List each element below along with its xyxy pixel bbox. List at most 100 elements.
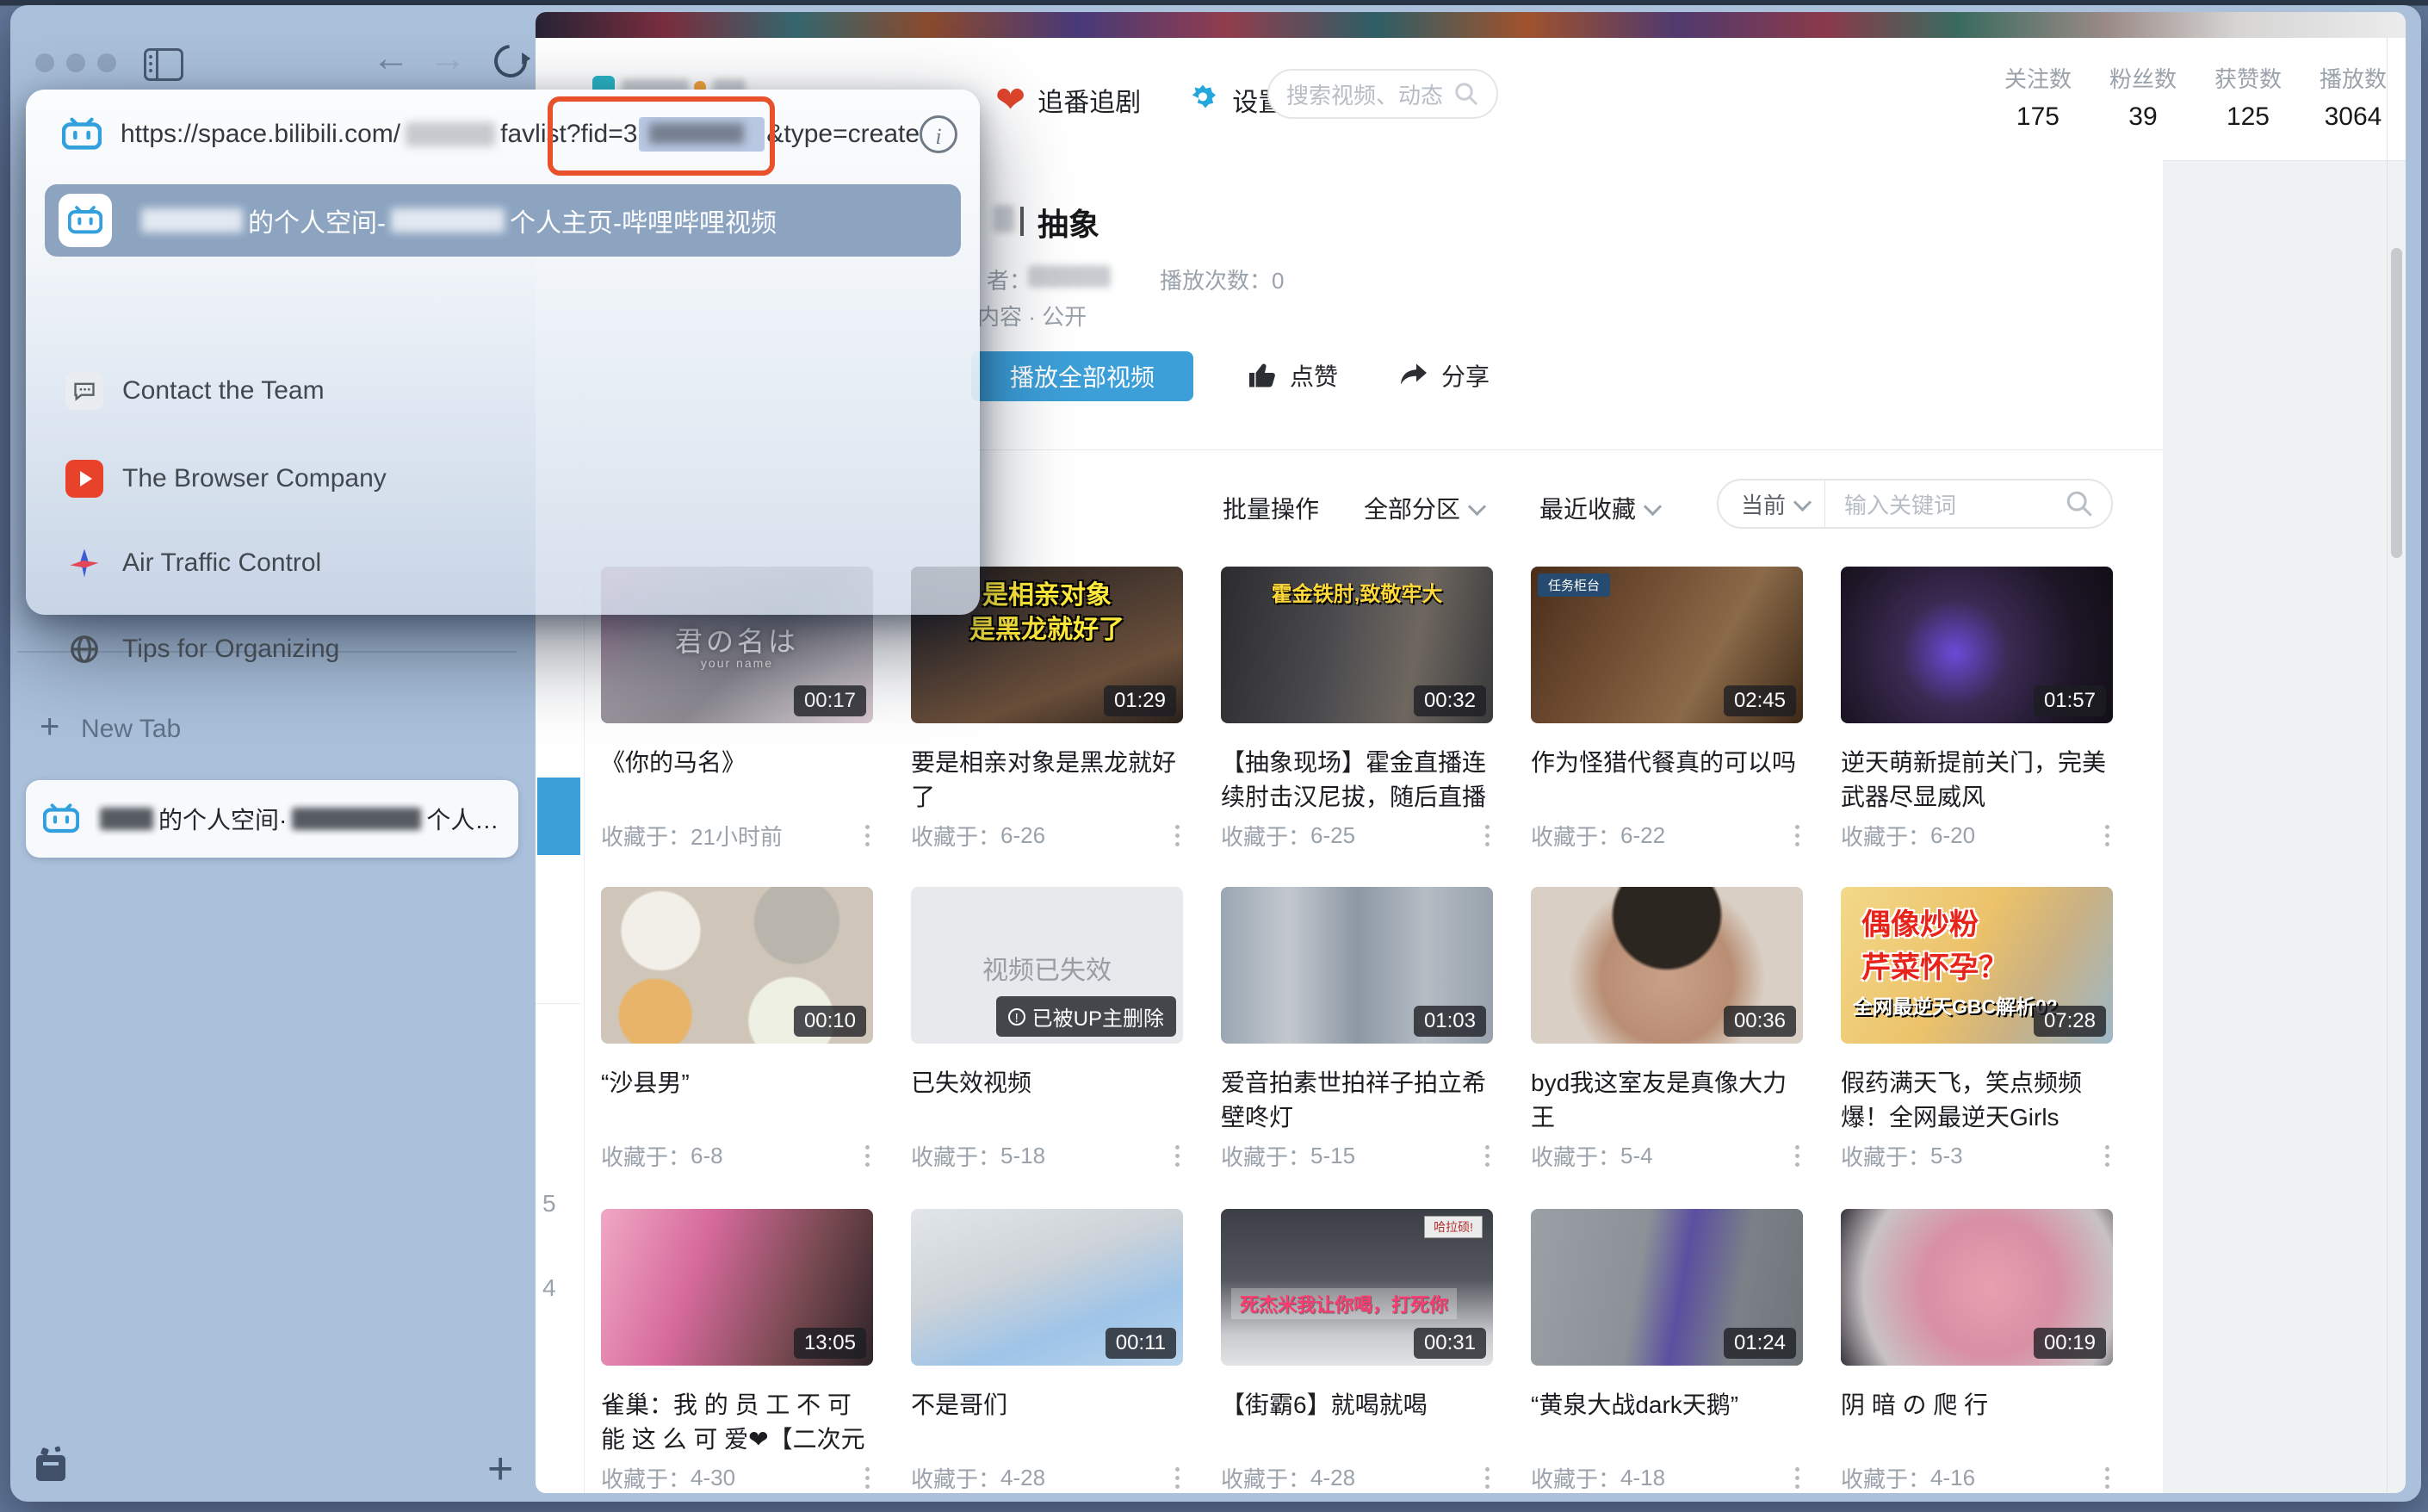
- close-window-button[interactable]: [35, 53, 54, 72]
- video-title[interactable]: 《你的马名》: [601, 746, 873, 780]
- new-space-button[interactable]: +: [487, 1443, 513, 1495]
- new-tab-button[interactable]: New Tab: [81, 715, 181, 744]
- library-icon[interactable]: [36, 1455, 65, 1481]
- video-thumbnail[interactable]: 视频已失效!已被UP主删除: [911, 887, 1183, 1044]
- saved-label: 收藏于：: [1841, 1140, 1930, 1172]
- more-options-icon[interactable]: [1485, 825, 1493, 846]
- scrollbar-track[interactable]: [2387, 38, 2388, 1493]
- video-title[interactable]: 【街霸6】就喝就喝: [1221, 1388, 1493, 1422]
- more-options-icon[interactable]: [1795, 825, 1803, 846]
- suggestion-contact-team[interactable]: Contact the Team: [65, 367, 325, 415]
- video-title[interactable]: 作为怪猎代餐真的可以吗: [1531, 746, 1803, 780]
- sidebar-toggle-icon[interactable]: [144, 48, 183, 81]
- sort-dropdown[interactable]: 最近收藏: [1539, 491, 1659, 525]
- video-thumbnail[interactable]: 00:19: [1841, 1209, 2113, 1366]
- batch-action-button[interactable]: 批量操作: [1223, 491, 1319, 525]
- suggestion-browser-company[interactable]: The Browser Company: [65, 455, 387, 503]
- saved-date: 21小时前: [691, 820, 783, 852]
- more-options-icon[interactable]: [2105, 825, 2113, 846]
- video-card[interactable]: 00:10“沙县男”收藏于：6-8: [601, 887, 873, 1100]
- video-card[interactable]: 00:19阴 暗 の 爬 行收藏于：4-16: [1841, 1209, 2113, 1422]
- video-card[interactable]: 视频已失效!已被UP主删除已失效视频收藏于：5-18: [911, 887, 1183, 1100]
- back-button[interactable]: ←: [372, 40, 410, 77]
- forward-button[interactable]: →: [429, 40, 467, 77]
- video-card[interactable]: 哈拉硕!死杰米我让你喝，打死你00:31【街霸6】就喝就喝收藏于：4-28: [1221, 1209, 1493, 1422]
- duration-badge: 07:28: [2034, 1006, 2106, 1037]
- bili-left-nav-selected[interactable]: [537, 778, 580, 855]
- play-all-button[interactable]: 播放全部视频: [971, 351, 1193, 401]
- video-card[interactable]: 偶像炒粉芹菜怀孕？全网最逆天GBC解析0207:28 假药满天飞，笑点频频爆！全网…: [1841, 887, 2113, 1137]
- video-title[interactable]: 【抽象现场】霍金直播连续肘击汉尼拔，随后直播间被封: [1221, 746, 1493, 816]
- more-options-icon[interactable]: [2105, 1145, 2113, 1167]
- minimize-window-button[interactable]: [66, 53, 85, 72]
- video-card[interactable]: 01:03爱音拍素世拍祥子拍立希壁咚灯收藏于：5-15: [1221, 887, 1493, 1135]
- header-search[interactable]: 搜索视频、动态: [1267, 69, 1498, 119]
- video-thumbnail[interactable]: 霍金铁肘,致敬牢大00:32: [1221, 567, 1493, 723]
- video-thumbnail[interactable]: 00:10: [601, 887, 873, 1044]
- more-options-icon[interactable]: [1175, 1145, 1183, 1167]
- video-title[interactable]: 爱音拍素世拍祥子拍立希壁咚灯: [1221, 1066, 1493, 1135]
- like-button[interactable]: 点赞: [1247, 356, 1338, 394]
- saved-label: 收藏于：: [1531, 820, 1620, 852]
- video-card[interactable]: 霍金铁肘,致敬牢大00:32【抽象现场】霍金直播连续肘击汉尼拔，随后直播间被封收…: [1221, 567, 1493, 816]
- video-thumbnail[interactable]: 任务柜台02:45: [1531, 567, 1803, 723]
- video-title[interactable]: 不是哥们: [911, 1388, 1183, 1422]
- more-options-icon[interactable]: [1795, 1145, 1803, 1167]
- video-title[interactable]: “沙县男”: [601, 1066, 873, 1100]
- keyword-search[interactable]: 当前 输入关键词: [1717, 479, 2113, 529]
- scope-dropdown[interactable]: 当前: [1741, 488, 1786, 520]
- video-title[interactable]: 已失效视频: [911, 1066, 1183, 1100]
- chevron-down-icon: [1468, 497, 1486, 515]
- saved-label: 收藏于：: [1221, 1140, 1310, 1172]
- video-thumbnail[interactable]: 00:11: [911, 1209, 1183, 1366]
- video-thumbnail[interactable]: 01:03: [1221, 887, 1493, 1044]
- video-title[interactable]: byd我这室友是真像大力王: [1531, 1066, 1803, 1135]
- video-title[interactable]: “黄泉大战dark天鹅”: [1531, 1388, 1803, 1422]
- video-title[interactable]: 假药满天飞，笑点频频爆！全网最逆天Girls Band Cry解析: [1841, 1066, 2113, 1137]
- active-tab[interactable]: 的个人空间· 个人…: [26, 780, 518, 858]
- video-card[interactable]: 13:05雀巢：我 的 员 工 不 可 能 这 么 可 爱❤【二次元爆改收藏于：…: [601, 1209, 873, 1459]
- share-button[interactable]: 分享: [1398, 356, 1490, 394]
- video-title[interactable]: 要是相亲对象是黑龙就好了: [911, 746, 1183, 815]
- video-thumbnail[interactable]: 哈拉硕!死杰米我让你喝，打死你00:31: [1221, 1209, 1493, 1366]
- suggestion-tips-organizing[interactable]: Tips for Organizing: [65, 625, 339, 673]
- bangumi-link[interactable]: 追番追剧: [1037, 81, 1141, 119]
- saved-date: 4-16: [1930, 1465, 1975, 1491]
- video-thumbnail[interactable]: 00:36: [1531, 887, 1803, 1044]
- suggestion-air-traffic-control[interactable]: Air Traffic Control: [65, 539, 321, 587]
- annotation-highlight-box: [548, 96, 775, 176]
- video-thumbnail[interactable]: 偶像炒粉芹菜怀孕？全网最逆天GBC解析0207:28: [1841, 887, 2113, 1044]
- video-card[interactable]: 01:24“黄泉大战dark天鹅”收藏于：4-18: [1531, 1209, 1803, 1422]
- video-card[interactable]: 任务柜台02:45作为怪猎代餐真的可以吗收藏于：6-22: [1531, 567, 1803, 780]
- bilibili-favicon: [62, 117, 102, 152]
- saved-label: 收藏于：: [911, 1140, 1000, 1172]
- more-options-icon[interactable]: [865, 825, 873, 846]
- video-title[interactable]: 阴 暗 の 爬 行: [1841, 1388, 2113, 1422]
- video-card[interactable]: 00:11不是哥们收藏于：4-28: [911, 1209, 1183, 1422]
- more-options-icon[interactable]: [865, 1467, 873, 1489]
- suggestion-top-hit[interactable]: 的个人空间- 个人主页-哔哩哔哩视频: [45, 184, 961, 257]
- more-options-icon[interactable]: [1795, 1467, 1803, 1489]
- more-options-icon[interactable]: [1485, 1467, 1493, 1489]
- more-options-icon[interactable]: [1175, 1467, 1183, 1489]
- zoom-window-button[interactable]: [97, 53, 116, 72]
- video-thumbnail[interactable]: 01:24: [1531, 1209, 1803, 1366]
- more-options-icon[interactable]: [1175, 825, 1183, 846]
- play-icon: [65, 460, 103, 498]
- gear-icon: [1186, 83, 1220, 117]
- video-thumbnail[interactable]: 01:57: [1841, 567, 2113, 723]
- video-title[interactable]: 逆天萌新提前关门，完美武器尽显威风: [1841, 746, 2113, 815]
- video-card[interactable]: 00:36byd我这室友是真像大力王收藏于：5-4: [1531, 887, 1803, 1135]
- scrollbar-thumb[interactable]: [2391, 248, 2402, 558]
- category-dropdown[interactable]: 全部分区: [1364, 491, 1483, 525]
- search-icon[interactable]: [2065, 489, 2094, 518]
- video-thumbnail[interactable]: 13:05: [601, 1209, 873, 1366]
- video-title[interactable]: 雀巢：我 的 员 工 不 可 能 这 么 可 爱❤【二次元爆改: [601, 1388, 873, 1459]
- omnibox-url-row[interactable]: https://space.bilibili.com/ favlist?fid=…: [26, 90, 980, 179]
- more-options-icon[interactable]: [865, 1145, 873, 1167]
- more-options-icon[interactable]: [1485, 1145, 1493, 1167]
- video-card[interactable]: 01:57逆天萌新提前关门，完美武器尽显威风收藏于：6-20: [1841, 567, 2113, 815]
- info-icon[interactable]: i: [920, 115, 957, 153]
- more-options-icon[interactable]: [2105, 1467, 2113, 1489]
- redacted-text: [994, 205, 1014, 232]
